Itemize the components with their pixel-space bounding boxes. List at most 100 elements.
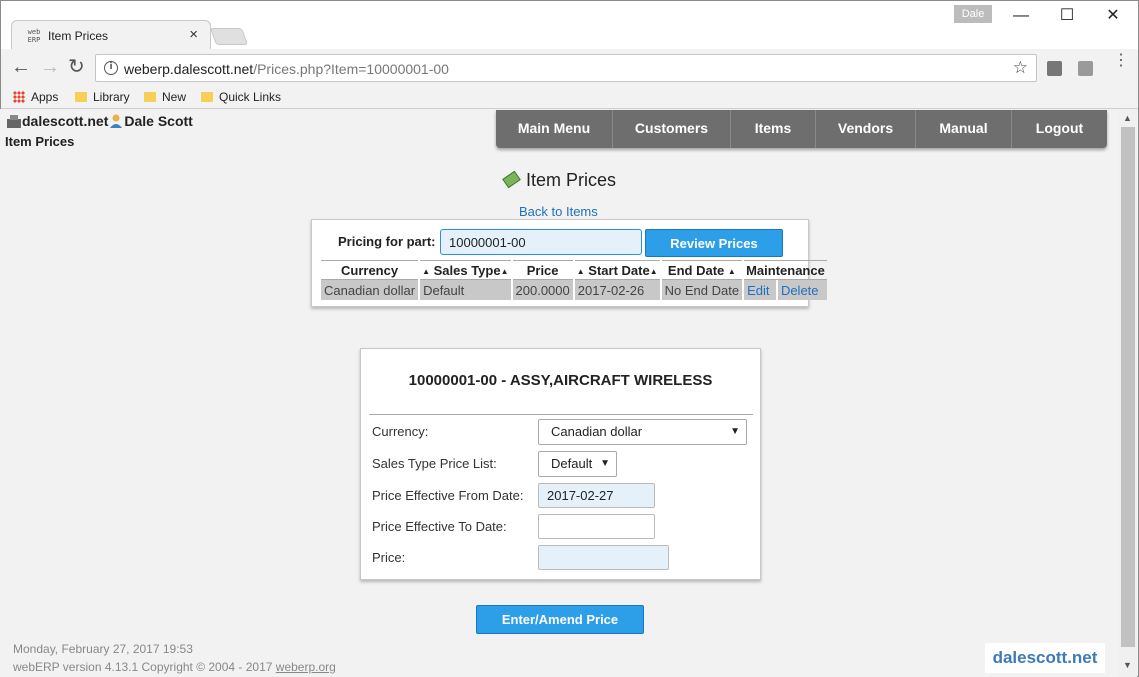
bookmark-library[interactable]: Library [75, 90, 130, 104]
column-header-currency[interactable]: Currency [321, 260, 419, 280]
table-row: Canadian dollar Default 200.0000 2017-02… [321, 280, 827, 300]
currency-label: Currency: [372, 424, 429, 439]
title-bar: web ERP Item Prices × Dale — ☐ ✕ [1, 1, 1138, 49]
price-input[interactable] [538, 545, 669, 570]
nav-main-menu[interactable]: Main Menu [496, 110, 613, 148]
weberp-link[interactable]: weberp.org [276, 660, 336, 674]
column-header-start-date[interactable]: ▲ Start Date▲ [574, 260, 660, 280]
cell-sales-type: Default [420, 280, 511, 300]
address-bar[interactable]: i weberp.dalescott.net/Prices.php?Item=1… [95, 54, 1037, 82]
column-header-end-date[interactable]: End Date ▲ [661, 260, 743, 280]
company-icon [6, 113, 22, 129]
to-date-input[interactable] [538, 514, 655, 539]
browser-menu-icon[interactable]: ⋮ [1113, 53, 1129, 69]
folder-icon [201, 92, 213, 102]
page-heading-text: Item Prices [526, 170, 617, 190]
item-title: 10000001-00 - ASSY,AIRCRAFT WIRELESS [408, 372, 713, 389]
page-subtitle: Item Prices [5, 134, 75, 149]
forward-arrow-icon[interactable]: → [40, 57, 60, 77]
page-heading: Item Prices [502, 170, 617, 191]
url-text: weberp.dalescott.net/Prices.php?Item=100… [124, 61, 449, 77]
reload-icon[interactable]: ↻ [68, 57, 85, 77]
extension-icon[interactable] [1047, 61, 1062, 76]
price-label: Price: [372, 550, 406, 565]
price-tag-icon [502, 170, 521, 189]
scroll-thumb[interactable] [1121, 127, 1135, 647]
column-header-maintenance: Maintenance [744, 260, 827, 280]
currency-selected-value: Canadian dollar [551, 424, 643, 439]
divider [369, 414, 753, 415]
sales-type-select[interactable]: Default ▼ [538, 451, 617, 477]
price-entry-form: 10000001-00 - ASSY,AIRCRAFT WIRELESS Cur… [360, 348, 761, 580]
from-date-input[interactable] [538, 483, 655, 508]
apps-grid-icon [13, 91, 25, 103]
nav-manual[interactable]: Manual [916, 110, 1012, 148]
browser-tab[interactable]: web ERP Item Prices × [11, 20, 211, 49]
footer-datetime: Monday, February 27, 2017 19:53 [13, 642, 193, 656]
back-to-items-link[interactable]: Back to Items [519, 204, 598, 219]
vertical-scrollbar[interactable]: ▲ ▼ [1119, 109, 1137, 677]
cell-price: 200.0000 [512, 280, 573, 300]
nav-vendors[interactable]: Vendors [816, 110, 916, 148]
part-number-input[interactable] [440, 229, 642, 255]
bookmark-label: Library [93, 90, 130, 104]
footer-version: webERP version 4.13.1 Copyright © 2004 -… [13, 660, 336, 674]
sort-up-icon[interactable]: ▲ [650, 267, 658, 276]
nav-customers[interactable]: Customers [613, 110, 731, 148]
sort-up-icon[interactable]: ▲ [728, 267, 736, 276]
folder-icon [75, 92, 87, 102]
company-name: dalescott.net [22, 113, 109, 129]
delete-price-link[interactable]: Delete [777, 280, 827, 300]
cell-currency: Canadian dollar [321, 280, 419, 300]
bookmark-apps[interactable]: Apps [13, 90, 58, 104]
url-host: weberp.dalescott.net [124, 61, 254, 77]
column-header-price[interactable]: Price [512, 260, 573, 280]
edit-price-link[interactable]: Edit [744, 280, 776, 300]
user-name: Dale Scott [124, 113, 193, 129]
sort-up-icon[interactable]: ▲ [577, 267, 585, 276]
bookmark-star-icon[interactable]: ☆ [1013, 58, 1028, 78]
maximize-icon[interactable]: ☐ [1044, 5, 1090, 27]
from-date-label: Price Effective From Date: [372, 488, 524, 503]
bookmark-label: Quick Links [219, 90, 282, 104]
review-prices-button[interactable]: Review Prices [645, 229, 783, 257]
nav-items[interactable]: Items [731, 110, 816, 148]
minimize-icon[interactable]: — [998, 5, 1044, 27]
tab-title: Item Prices [48, 29, 109, 43]
extension-icon[interactable] [1078, 61, 1093, 76]
profile-badge[interactable]: Dale [954, 5, 992, 23]
weberp-favicon-icon: web ERP [27, 28, 41, 44]
tab-close-icon[interactable]: × [189, 26, 198, 43]
sales-type-label: Sales Type Price List: [372, 456, 497, 471]
pricing-for-part-label: Pricing for part: [338, 234, 436, 249]
price-table: Currency ▲ Sales Type▲ Price ▲ Start Dat… [319, 260, 829, 300]
version-text: webERP version 4.13.1 Copyright © 2004 -… [13, 660, 276, 674]
sort-up-icon[interactable]: ▲ [422, 267, 430, 276]
bookmark-quick-links[interactable]: Quick Links [201, 90, 281, 104]
currency-select[interactable]: Canadian dollar ▼ [538, 419, 747, 445]
pricing-panel: Pricing for part: Review Prices Currency… [311, 219, 827, 307]
folder-icon [144, 92, 156, 102]
sort-up-icon[interactable]: ▲ [501, 267, 509, 276]
column-header-sales-type[interactable]: ▲ Sales Type▲ [420, 260, 511, 280]
main-nav: Main Menu Customers Items Vendors Manual… [496, 110, 1107, 148]
site-info-icon[interactable]: i [104, 61, 118, 75]
bookmark-label: Apps [31, 90, 59, 104]
user-info: dalescott.net Dale Scott [6, 113, 193, 129]
enter-amend-price-button[interactable]: Enter/Amend Price [476, 605, 644, 634]
chevron-down-icon: ▼ [600, 458, 610, 469]
nav-logout[interactable]: Logout [1012, 110, 1107, 148]
browser-toolbar: ← → ↻ i weberp.dalescott.net/Prices.php?… [1, 49, 1138, 87]
scroll-up-icon[interactable]: ▲ [1123, 113, 1132, 123]
back-arrow-icon[interactable]: ← [11, 57, 31, 77]
table-header-row: Currency ▲ Sales Type▲ Price ▲ Start Dat… [321, 260, 827, 280]
bookmark-label: New [162, 90, 187, 104]
chevron-down-icon: ▼ [730, 426, 740, 437]
sales-type-selected-value: Default [551, 456, 593, 471]
scroll-down-icon[interactable]: ▼ [1123, 660, 1132, 670]
to-date-label: Price Effective To Date: [372, 519, 507, 534]
bookmark-new[interactable]: New [144, 90, 186, 104]
new-tab-button[interactable] [209, 28, 249, 45]
site-watermark: dalescott.net [985, 643, 1105, 673]
close-window-icon[interactable]: ✕ [1090, 5, 1136, 27]
